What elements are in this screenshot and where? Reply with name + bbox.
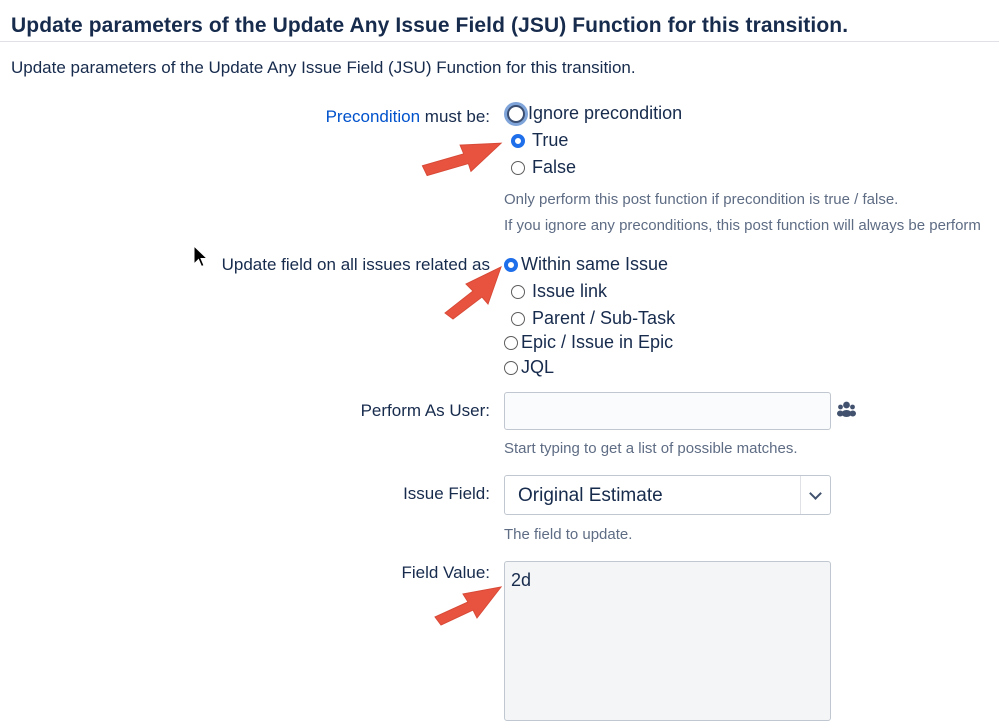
issue-field-selected-value: Original Estimate: [518, 485, 663, 506]
annotation-arrow-icon: [418, 136, 506, 185]
radio-within-same-issue[interactable]: Within same Issue: [504, 254, 668, 275]
radio-button[interactable]: [504, 257, 518, 272]
field-value-label: Field Value:: [401, 563, 490, 582]
radio-label: Epic / Issue in Epic: [521, 332, 674, 352]
radio-label: False: [532, 157, 577, 177]
radio-button[interactable]: [511, 284, 525, 299]
precondition-hint-ignore: If you ignore any preconditions, this po…: [504, 217, 981, 234]
issue-field-hint: The field to update.: [504, 526, 633, 543]
radio-button[interactable]: [504, 360, 518, 375]
radio-label: Within same Issue: [521, 254, 669, 274]
radio-button[interactable]: [507, 104, 525, 123]
precondition-label-suffix: must be:: [420, 107, 490, 126]
precondition-label: Precondition must be:: [326, 107, 490, 127]
field-value-text: 2d: [511, 570, 532, 590]
heading-divider: [0, 41, 999, 42]
radio-true[interactable]: True: [511, 130, 568, 151]
annotation-arrow-icon: [439, 263, 505, 326]
perform-as-user-hint: Start typing to get a list of possible m…: [504, 440, 798, 457]
radio-issue-link[interactable]: Issue link: [511, 281, 607, 302]
precondition-hint: Only perform this post function if preco…: [504, 191, 899, 208]
perform-as-user-input[interactable]: [504, 392, 831, 430]
radio-button[interactable]: [511, 311, 525, 326]
radio-button[interactable]: [511, 160, 525, 175]
precondition-link[interactable]: Precondition: [326, 107, 421, 126]
field-value-textarea[interactable]: 2d: [504, 561, 831, 721]
radio-jql[interactable]: JQL: [504, 357, 554, 378]
radio-label: Parent / Sub-Task: [532, 308, 676, 328]
radio-label: Issue link: [532, 281, 608, 301]
radio-label: True: [532, 130, 569, 150]
radio-button[interactable]: [504, 335, 518, 350]
radio-false[interactable]: False: [511, 157, 576, 178]
annotation-arrow-icon: [432, 582, 504, 633]
radio-epic-issue[interactable]: Epic / Issue in Epic: [504, 332, 673, 353]
page-title: Update parameters of the Update Any Issu…: [11, 14, 849, 37]
issue-field-select[interactable]: Original Estimate: [504, 475, 831, 515]
radio-label: JQL: [521, 357, 555, 377]
radio-button[interactable]: [511, 133, 525, 148]
perform-as-user-label: Perform As User:: [360, 401, 490, 420]
mouse-cursor-icon: [193, 244, 209, 274]
radio-parent-subtask[interactable]: Parent / Sub-Task: [511, 308, 675, 329]
radio-ignore-precondition[interactable]: Ignore precondition: [507, 103, 683, 124]
page-description: Update parameters of the Update Any Issu…: [11, 58, 636, 77]
chevron-down-icon[interactable]: [800, 476, 830, 514]
users-icon[interactable]: [837, 401, 856, 417]
radio-label: Ignore precondition: [528, 103, 683, 123]
issue-field-label: Issue Field:: [403, 484, 490, 503]
